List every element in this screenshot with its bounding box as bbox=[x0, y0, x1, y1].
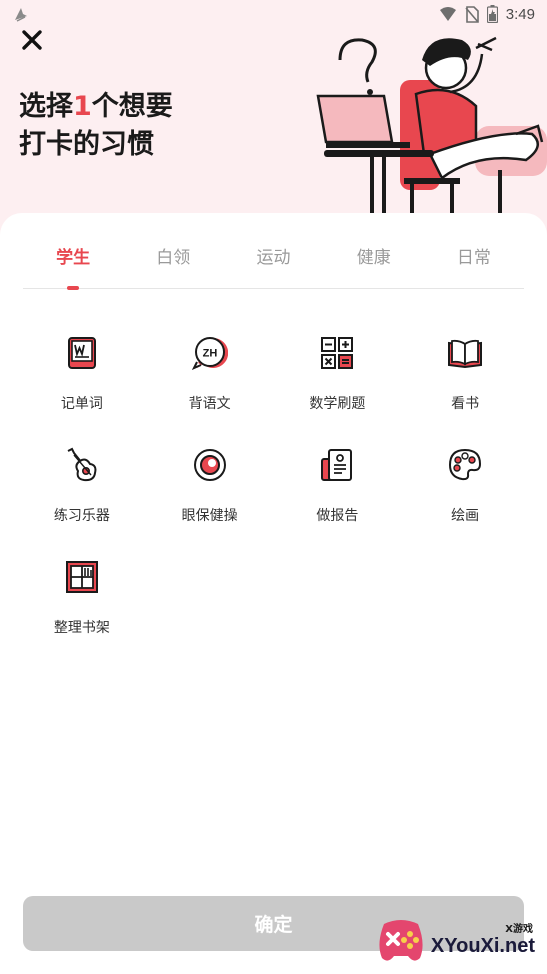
habit-eye-exercise[interactable]: 眼保健操 bbox=[146, 447, 274, 529]
habit-label: 记单词 bbox=[60, 396, 103, 412]
habit-organize-bookshelf[interactable]: 整理书架 bbox=[18, 559, 146, 641]
status-icons: 3:49 bbox=[439, 4, 535, 24]
site-watermark: X游戏 XYouXi.net bbox=[374, 906, 547, 974]
tab-label: 日常 bbox=[456, 248, 491, 268]
watermark-brand: XYouXi.net bbox=[430, 935, 535, 957]
word-book-icon bbox=[67, 337, 96, 369]
wifi-icon bbox=[439, 7, 456, 21]
tab-label: 白领 bbox=[156, 248, 191, 268]
habit-label: 做报告 bbox=[316, 508, 359, 524]
watermark-tag: X游戏 bbox=[505, 924, 533, 935]
gamepad-logo-icon bbox=[379, 920, 423, 961]
tab-label: 健康 bbox=[356, 248, 391, 268]
habit-label: 看书 bbox=[451, 396, 480, 412]
svg-text:ZH: ZH bbox=[202, 348, 217, 360]
habit-reading[interactable]: 看书 bbox=[401, 335, 529, 417]
screen: 3:49 选择1个想要 打卡的习惯 学生 白领 运动 健康 日常 记单词 ZH … bbox=[0, 0, 547, 974]
title-text-2: 个想要 bbox=[91, 91, 173, 122]
notification-icon bbox=[15, 8, 27, 22]
habit-make-report[interactable]: 做报告 bbox=[274, 447, 402, 529]
tab-label: 学生 bbox=[56, 248, 91, 268]
bookshelf-icon bbox=[65, 561, 98, 593]
page-title: 选择1个想要 打卡的习惯 bbox=[19, 88, 173, 164]
open-book-icon bbox=[448, 339, 483, 369]
battery-icon bbox=[486, 5, 498, 23]
close-icon[interactable] bbox=[18, 26, 46, 54]
habit-picker-sheet: 学生 白领 运动 健康 日常 记单词 ZH 背语文 数学刷题 看书 练习乐器 眼… bbox=[0, 213, 547, 974]
habit-grid: 记单词 ZH 背语文 数学刷题 看书 练习乐器 眼保健操 做报告 绘画 整理书架 bbox=[18, 335, 529, 641]
calculator-icon bbox=[321, 337, 354, 369]
title-count: 1 bbox=[73, 91, 92, 122]
title-text-1: 选择 bbox=[19, 91, 73, 122]
category-tabs: 学生 白领 运动 健康 日常 bbox=[23, 237, 524, 290]
habit-painting[interactable]: 绘画 bbox=[401, 447, 529, 529]
habit-practice-instrument[interactable]: 练习乐器 bbox=[18, 447, 146, 529]
habit-label: 练习乐器 bbox=[53, 508, 110, 524]
habit-recite-chinese[interactable]: ZH 背语文 bbox=[146, 335, 274, 417]
tab-sports[interactable]: 运动 bbox=[223, 237, 323, 288]
guitar-icon bbox=[67, 447, 97, 482]
habit-label: 绘画 bbox=[451, 508, 480, 524]
status-bar: 3:49 bbox=[0, 0, 547, 28]
tab-label: 运动 bbox=[256, 248, 291, 268]
tab-office-worker[interactable]: 白领 bbox=[123, 237, 223, 288]
tab-daily[interactable]: 日常 bbox=[424, 237, 524, 288]
zh-speech-bubble-icon: ZH bbox=[191, 337, 228, 370]
title-line-2: 打卡的习惯 bbox=[19, 129, 154, 160]
student-laptop-illustration bbox=[316, 36, 547, 220]
tab-health[interactable]: 健康 bbox=[324, 237, 424, 288]
status-time: 3:49 bbox=[505, 5, 535, 23]
palette-icon bbox=[449, 448, 482, 481]
habit-label: 眼保健操 bbox=[181, 508, 238, 524]
title-line-1: 选择1个想要 bbox=[19, 88, 173, 126]
habit-math-practice[interactable]: 数学刷题 bbox=[274, 335, 402, 417]
no-sim-icon bbox=[465, 5, 479, 23]
habit-label: 背语文 bbox=[188, 396, 231, 412]
eye-icon bbox=[193, 449, 226, 481]
active-tab-indicator bbox=[67, 286, 80, 290]
habit-label: 数学刷题 bbox=[309, 396, 366, 412]
tab-student[interactable]: 学生 bbox=[23, 237, 123, 290]
report-icon bbox=[321, 449, 353, 481]
habit-memorize-words[interactable]: 记单词 bbox=[18, 335, 146, 417]
habit-label: 整理书架 bbox=[53, 620, 110, 636]
